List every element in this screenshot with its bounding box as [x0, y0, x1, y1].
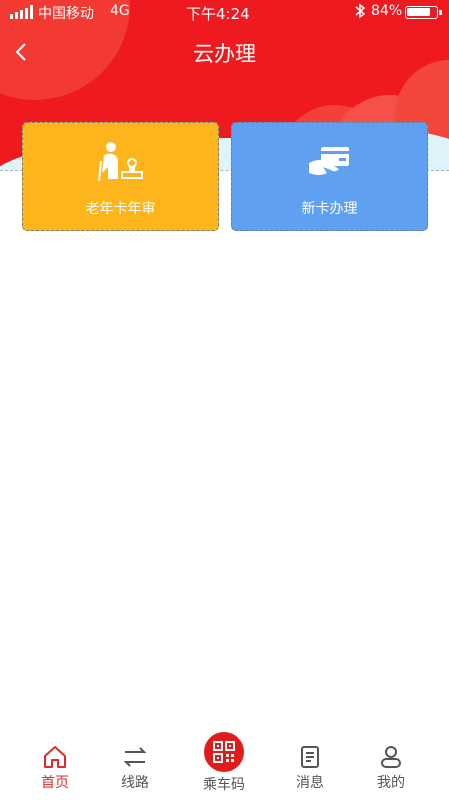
- home-icon: [44, 746, 66, 768]
- tab-routes[interactable]: 线路: [100, 744, 170, 792]
- elderly-stamp-icon: [97, 142, 143, 182]
- card-new-card-application[interactable]: 新卡办理: [231, 122, 428, 231]
- tab-label: 我的: [377, 775, 405, 791]
- qr-code-button: [204, 732, 244, 772]
- tab-messages[interactable]: 消息: [275, 744, 345, 792]
- card-label: 新卡办理: [301, 201, 358, 217]
- bottom-tab-bar: 首页 线路 乘车码 消息 我的: [0, 730, 449, 800]
- bluetooth-icon: [354, 3, 366, 23]
- tab-ride-code[interactable]: 乘车码: [189, 732, 259, 794]
- battery-icon: [405, 6, 442, 19]
- page-title: 云办理: [193, 42, 256, 66]
- tab-home[interactable]: 首页: [20, 744, 90, 792]
- status-time: 下午4:24: [186, 5, 250, 23]
- network-type: 4G: [110, 3, 130, 19]
- hand-card-icon: [308, 147, 349, 175]
- battery-percent: 84%: [371, 3, 403, 19]
- tab-label: 首页: [41, 775, 69, 791]
- tab-label: 乘车码: [203, 777, 245, 793]
- card-elderly-annual-review[interactable]: 老年卡年审: [22, 122, 219, 231]
- qr-code-icon: [213, 741, 235, 763]
- route-arrows-icon: [123, 747, 147, 767]
- tab-label: 线路: [121, 775, 149, 791]
- card-label: 老年卡年审: [85, 201, 156, 217]
- signal-icon: [10, 5, 33, 19]
- user-icon: [381, 746, 401, 768]
- status-bar: 中国移动 4G 下午4:24 84%: [0, 0, 449, 24]
- message-icon: [301, 746, 319, 768]
- tab-mine[interactable]: 我的: [356, 744, 426, 792]
- carrier-name: 中国移动: [38, 6, 94, 22]
- tab-label: 消息: [296, 775, 324, 791]
